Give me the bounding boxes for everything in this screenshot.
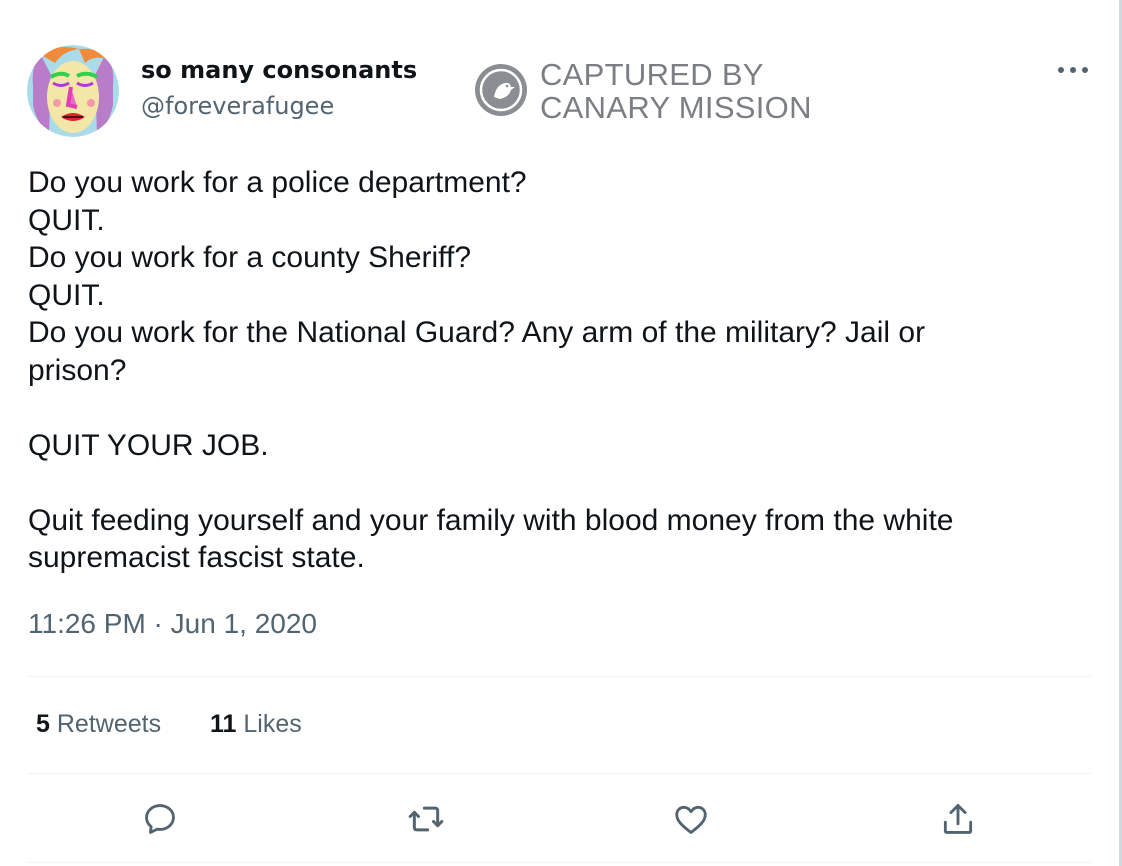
tweet-line: Quit feeding yourself and your family wi…: [28, 503, 954, 537]
capture-watermark: CAPTURED BY CANARY MISSION: [474, 58, 834, 124]
divider: [28, 676, 1091, 677]
tweet-timestamp[interactable]: 11:26 PM · Jun 1, 2020: [28, 608, 317, 640]
avatar[interactable]: [27, 45, 119, 137]
display-name[interactable]: so many consonants: [141, 56, 417, 84]
retweets-stat[interactable]: 5 Retweets: [36, 710, 161, 739]
more-dots-icon: [1058, 67, 1088, 73]
more-options-button[interactable]: [1054, 56, 1092, 84]
like-icon: [675, 805, 707, 834]
canary-bird-logo-icon: [474, 63, 528, 117]
like-button[interactable]: [667, 795, 715, 843]
reply-icon: [145, 804, 175, 834]
tweet-line: supremacist fascist state.: [28, 541, 365, 574]
watermark-line-1: CAPTURED BY: [540, 57, 764, 92]
watermark-line-2: CANARY MISSION: [540, 90, 812, 125]
retweet-icon: [408, 806, 444, 832]
user-handle[interactable]: @foreverafugee: [141, 92, 334, 120]
divider: [28, 773, 1091, 774]
divider: [28, 862, 1091, 863]
retweets-label: Retweets: [56, 710, 162, 738]
tweet-line: Do you work for a county Sheriff?: [28, 241, 471, 274]
tweet-line: prison?: [28, 353, 127, 387]
tweet-line: Do you work for the National Guard? Any …: [28, 316, 926, 349]
tweet-line: QUIT.: [28, 278, 105, 312]
retweets-count: 5: [36, 710, 50, 738]
reply-button[interactable]: [136, 795, 184, 843]
tweet-text: Do you work for a police department? QUI…: [28, 164, 1068, 577]
illustrated-face-avatar-icon: [27, 45, 119, 137]
retweet-button[interactable]: [402, 795, 450, 843]
share-button[interactable]: [934, 795, 982, 843]
likes-count: 11: [210, 710, 237, 738]
tweet-line: QUIT.: [28, 203, 105, 237]
likes-stat[interactable]: 11 Likes: [210, 710, 302, 739]
likes-label: Likes: [243, 710, 302, 738]
share-icon: [943, 804, 973, 834]
tweet-line: QUIT YOUR JOB.: [28, 428, 269, 462]
tweet-line: Do you work for a police department?: [28, 166, 527, 199]
watermark-text: CAPTURED BY CANARY MISSION: [540, 58, 812, 124]
